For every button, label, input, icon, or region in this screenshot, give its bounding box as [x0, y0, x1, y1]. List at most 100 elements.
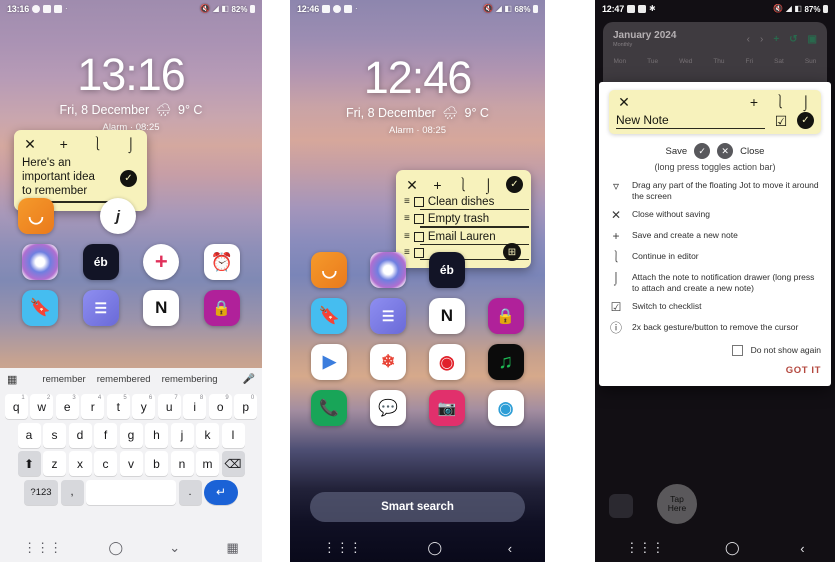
key-a[interactable]: a	[17, 422, 41, 448]
smart-search-bar[interactable]: Smart search	[310, 492, 525, 522]
app-icon-copilot[interactable]	[370, 252, 407, 288]
home-icon[interactable]: ◯	[725, 540, 740, 556]
pin-to-notification-icon[interactable]: ⌡	[798, 94, 814, 110]
key-k[interactable]: k	[196, 422, 219, 448]
key-m[interactable]: m	[196, 451, 219, 476]
dialog-jot-preview[interactable]: ✕ + ⎱ ⌡ New Note ☑ ✓	[609, 90, 821, 134]
key-z[interactable]: z	[43, 451, 66, 476]
do-not-show-again-row[interactable]: Do not show again	[609, 344, 821, 356]
recents-icon[interactable]: ⋮⋮⋮	[625, 540, 664, 556]
app-icon-eb[interactable]: éb	[428, 252, 465, 288]
symbols-key[interactable]: ?123	[24, 479, 58, 505]
app-icon-audio-waveform[interactable]: ☰	[82, 290, 119, 326]
key-o[interactable]: 9o	[208, 394, 232, 419]
key-h[interactable]: h	[145, 422, 168, 448]
app-icon-audible[interactable]: ◡	[311, 252, 348, 288]
app-icon-notion[interactable]: N	[143, 290, 180, 326]
close-icon[interactable]: ✕	[404, 177, 420, 193]
pin-to-notification-icon[interactable]: ⌡	[481, 177, 497, 193]
hide-keyboard-icon[interactable]: ⌄	[169, 540, 180, 556]
key-y[interactable]: 6y	[132, 394, 156, 419]
add-icon[interactable]: +	[430, 177, 446, 193]
app-icon-lock-device[interactable]: 🔒	[487, 298, 524, 334]
back-icon[interactable]: ‹	[800, 541, 804, 556]
key-p[interactable]: 0p	[234, 394, 258, 419]
key-j[interactable]: j	[170, 422, 194, 448]
microphone-icon[interactable]: 🎤	[243, 374, 255, 385]
checklist-item[interactable]: ≡ Empty trash	[404, 213, 523, 225]
app-icon-eb[interactable]: éb	[82, 244, 119, 280]
next-icon[interactable]: ›	[760, 34, 763, 45]
key-comma[interactable]: ,	[60, 479, 84, 505]
app-icon-phone[interactable]: 📞	[311, 390, 348, 426]
app-icon-audio-waveform[interactable]: ☰	[370, 298, 407, 334]
back-icon[interactable]: ‹	[508, 541, 512, 556]
enter-icon[interactable]: ↵	[204, 479, 238, 505]
key-t[interactable]: 5t	[106, 394, 130, 419]
add-icon[interactable]: +	[773, 34, 779, 45]
checkbox[interactable]	[413, 214, 424, 225]
app-icon-photos[interactable]: ❄	[370, 344, 407, 380]
keyboard-grid-icon[interactable]: ▦	[7, 373, 17, 386]
key-u[interactable]: 7u	[157, 394, 181, 419]
add-icon[interactable]: +	[56, 136, 72, 152]
home-icon[interactable]: ◯	[108, 540, 123, 556]
key-b[interactable]: b	[145, 451, 168, 476]
drag-handle-icon[interactable]: ≡	[404, 214, 410, 224]
save-check-icon[interactable]: ✓	[120, 170, 137, 187]
do-not-show-checkbox[interactable]	[731, 344, 743, 356]
checkbox[interactable]	[413, 231, 424, 242]
app-icon-edge[interactable]: ◉	[487, 390, 524, 426]
keyboard-switch-icon[interactable]: ▦	[227, 540, 239, 556]
got-it-button[interactable]: GOT IT	[609, 365, 821, 376]
prev-icon[interactable]: ‹	[747, 34, 750, 45]
key-i[interactable]: 8i	[183, 394, 207, 419]
key-x[interactable]: x	[68, 451, 92, 476]
app-icon-spotify[interactable]: ♫	[487, 344, 524, 380]
app-icon-lock-device[interactable]: 🔒	[203, 290, 240, 326]
open-editor-icon[interactable]: ⎱	[89, 136, 105, 152]
suggestion-item[interactable]: remember	[42, 374, 85, 385]
sync-icon[interactable]: ↺	[789, 34, 797, 45]
app-icon-play-store[interactable]: ▶	[311, 344, 348, 380]
app-icon-audible[interactable]: ◡	[18, 198, 54, 234]
close-icon[interactable]: ✕	[22, 136, 38, 152]
checklist-item[interactable]: ≡ Clean dishes	[404, 196, 523, 208]
checklist-item[interactable]: ≡ Email Lauren	[404, 231, 523, 243]
key-s[interactable]: s	[43, 422, 66, 448]
key-period[interactable]: .	[178, 479, 202, 505]
key-q[interactable]: 1q	[4, 394, 28, 419]
backspace-icon[interactable]: ⌫	[221, 451, 245, 476]
key-r[interactable]: 4r	[81, 394, 105, 419]
app-icon-messages[interactable]: 💬	[370, 390, 407, 426]
app-icon-bookmark[interactable]: 🔖	[22, 290, 59, 326]
suggestion-item[interactable]: remembering	[162, 374, 218, 385]
key-v[interactable]: v	[119, 451, 143, 476]
save-check-icon[interactable]: ✓	[506, 176, 523, 193]
drag-handle-icon[interactable]: ≡	[404, 231, 410, 242]
app-icon-copilot[interactable]	[22, 244, 59, 280]
key-g[interactable]: g	[119, 422, 143, 448]
open-editor-icon[interactable]: ⎱	[772, 94, 788, 110]
shift-icon[interactable]: ⬆	[17, 451, 41, 476]
pin-to-notification-icon[interactable]: ⌡	[123, 136, 139, 152]
add-icon[interactable]: +	[746, 94, 762, 110]
tap-here-bubble[interactable]: Tap Here	[657, 484, 697, 524]
app-icon-j[interactable]: j	[100, 198, 136, 234]
key-e[interactable]: 3e	[55, 394, 79, 419]
recents-icon[interactable]: ⋮⋮⋮	[23, 540, 62, 556]
app-icon-notion[interactable]: N	[428, 298, 465, 334]
app-icon-plus-health[interactable]: +	[143, 244, 180, 280]
key-w[interactable]: 2w	[30, 394, 54, 419]
save-check-icon[interactable]: ✓	[797, 112, 814, 129]
suggestion-item[interactable]: remembered	[97, 374, 151, 385]
key-f[interactable]: f	[94, 422, 117, 448]
open-editor-icon[interactable]: ⎱	[455, 177, 471, 193]
drag-handle-icon[interactable]: ≡	[404, 197, 410, 207]
checkbox[interactable]	[413, 197, 424, 207]
home-icon[interactable]: ◯	[428, 540, 443, 556]
key-c[interactable]: c	[94, 451, 117, 476]
app-icon-instagram[interactable]: 📷	[428, 390, 465, 426]
app-icon-bookmark[interactable]: 🔖	[311, 298, 348, 334]
app-icon-youtube-music[interactable]: ◉	[428, 344, 465, 380]
